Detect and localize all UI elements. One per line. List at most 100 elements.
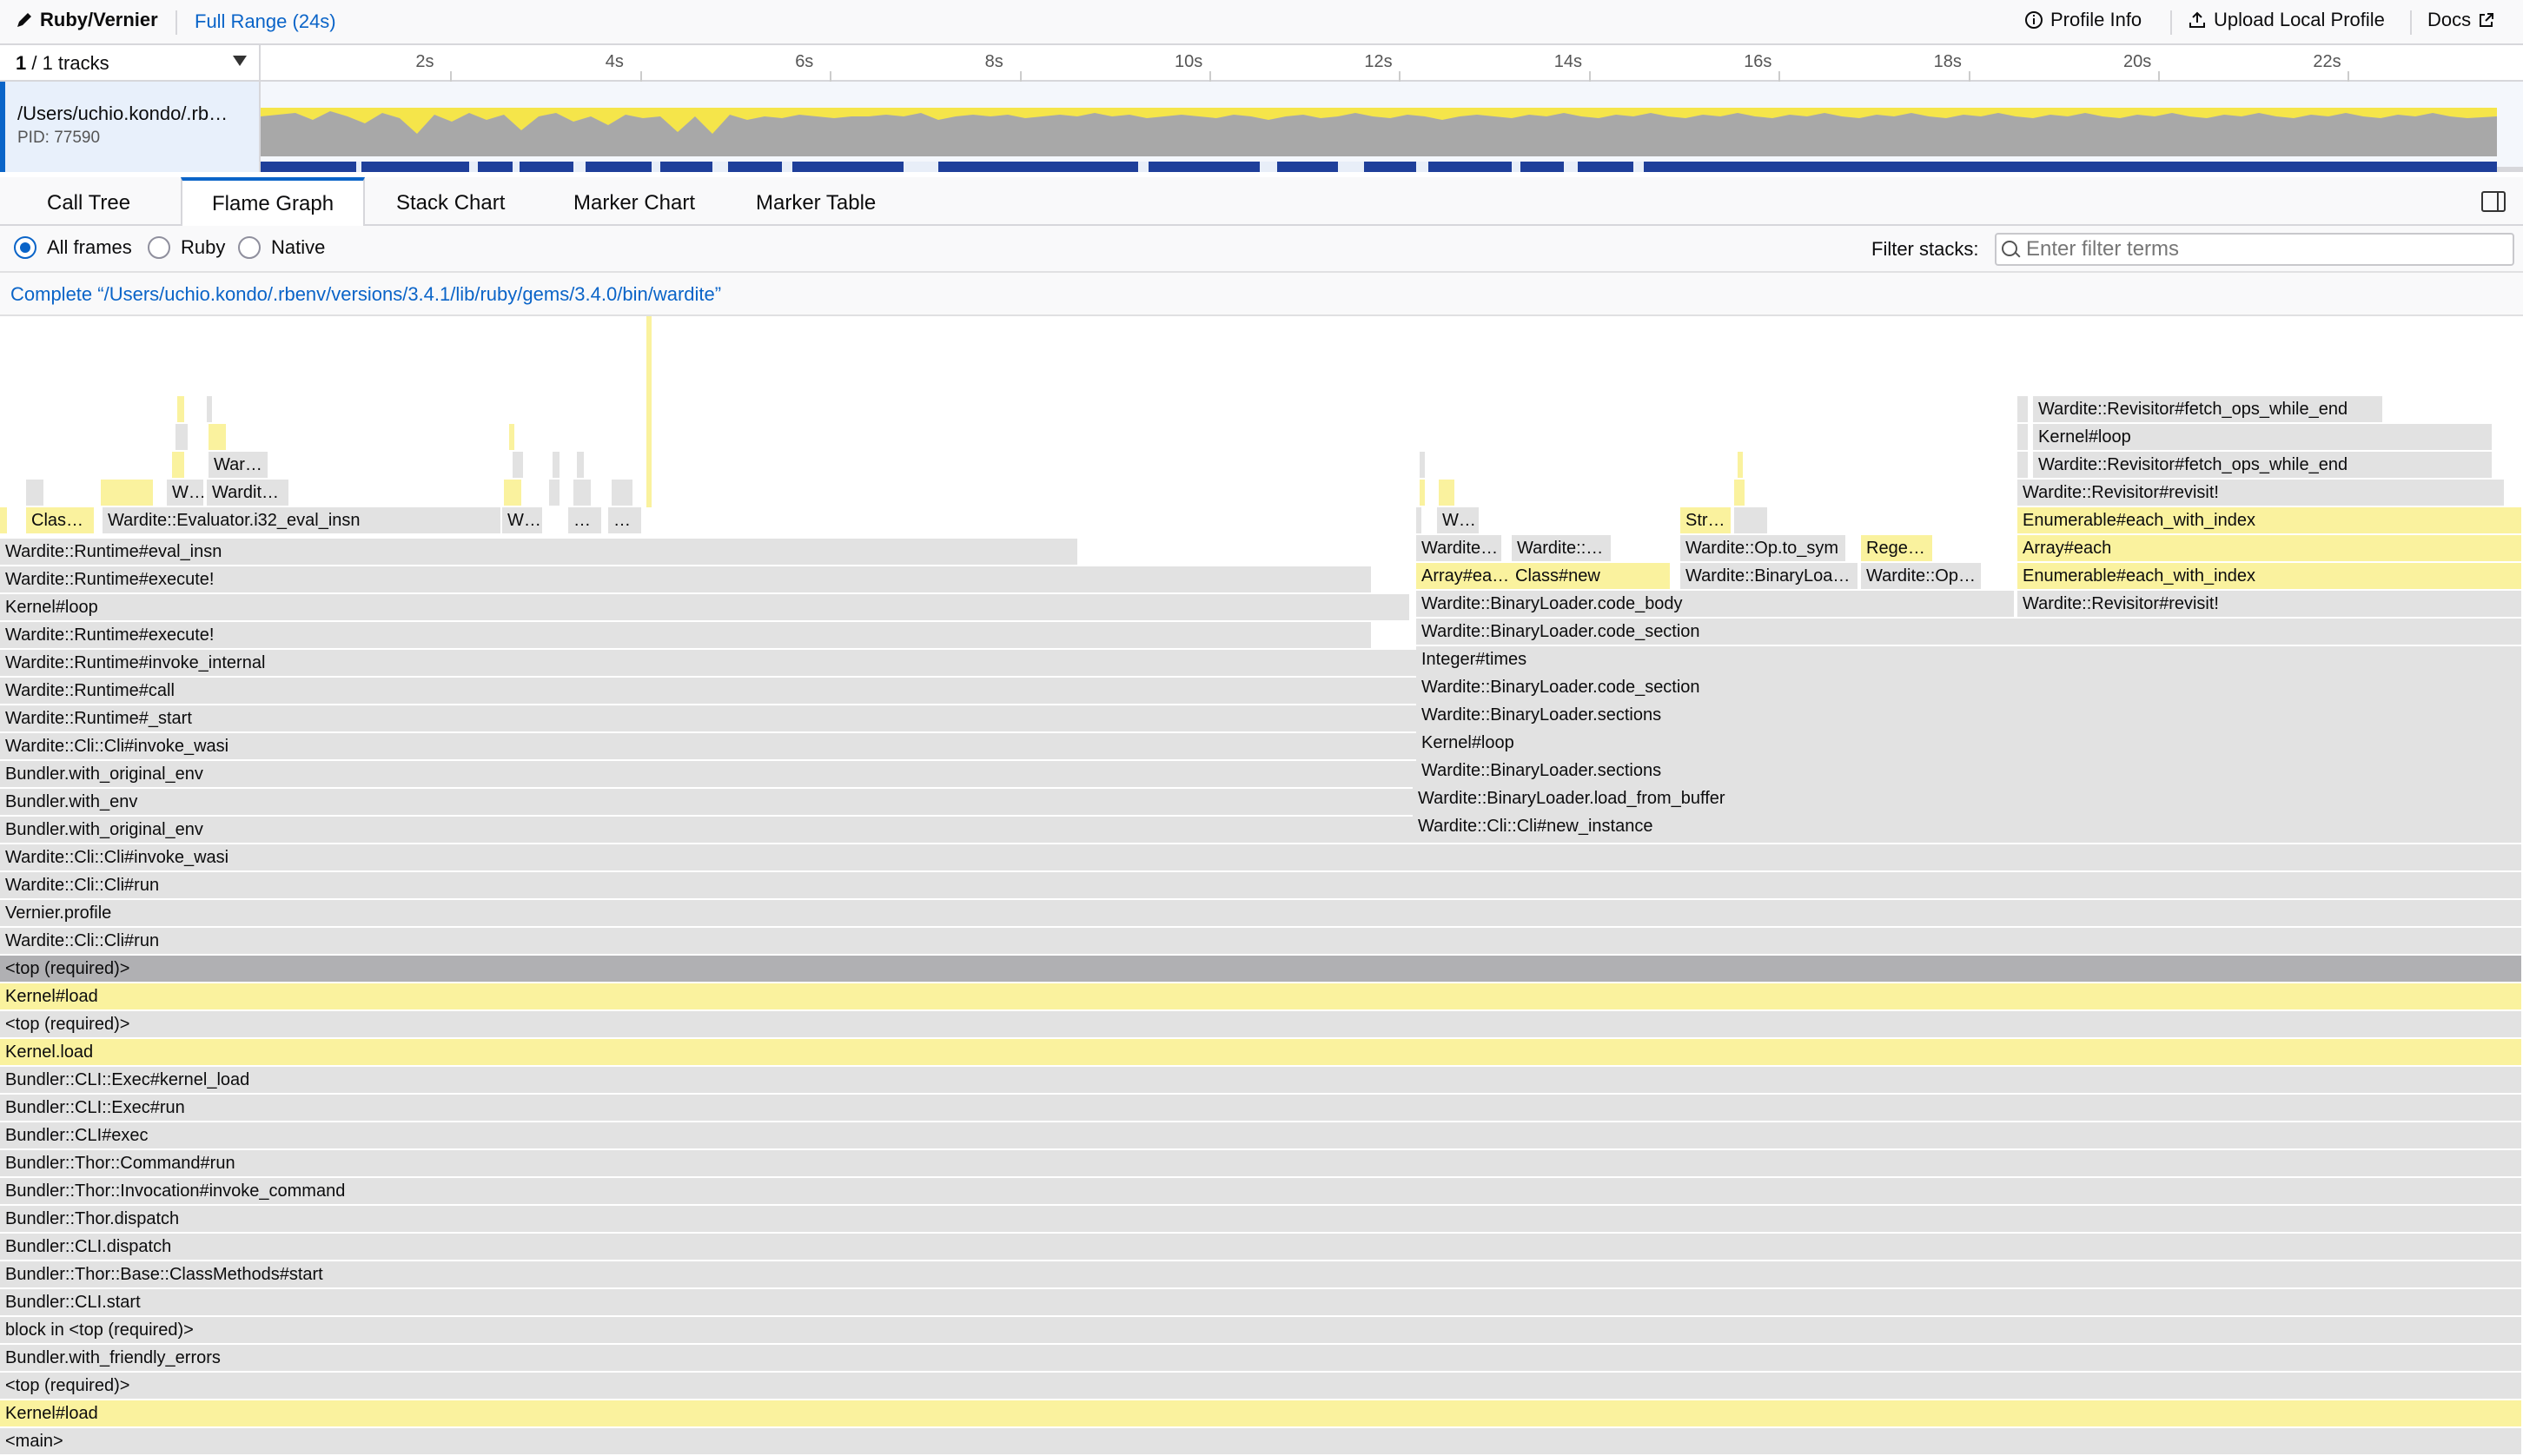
flame-frame[interactable]: War… xyxy=(209,452,269,478)
flame-frame[interactable] xyxy=(1738,452,1745,478)
flame-frame[interactable]: Bundler::CLI::Exec#kernel_load xyxy=(0,1067,2523,1093)
flame-frame[interactable]: Enumerable#each_with_index xyxy=(2017,507,2523,533)
flame-frame[interactable]: Bundler::CLI#exec xyxy=(0,1122,2523,1148)
tab-marker-table[interactable]: Marker Table xyxy=(726,177,905,226)
flame-frame[interactable]: Bundler::Thor.dispatch xyxy=(0,1206,2523,1232)
flame-frame[interactable]: <top (required)> xyxy=(0,1011,2523,1037)
flame-frame[interactable]: Wardite::Evaluator.i32_eval_insn xyxy=(103,507,502,533)
flame-frame[interactable] xyxy=(2017,452,2030,478)
flame-frame[interactable]: Wardite::Op.to_sym xyxy=(1680,535,1847,561)
flame-frame[interactable]: W… xyxy=(502,507,544,533)
flame-frame[interactable]: Bundler::CLI::Exec#run xyxy=(0,1095,2523,1121)
flame-frame[interactable] xyxy=(172,452,186,478)
flame-frame[interactable]: Bundler::CLI.dispatch xyxy=(0,1234,2523,1260)
tab-stack-chart[interactable]: Stack Chart xyxy=(367,177,534,226)
profile-info-button[interactable]: Profile Info xyxy=(2024,9,2142,31)
flame-frame[interactable]: Wardite::BinaryLoader.code_section xyxy=(1416,674,2523,700)
flame-frame[interactable]: Kernel#load xyxy=(0,1400,2523,1426)
radio-all-frames-label[interactable]: All frames xyxy=(47,236,132,259)
flame-frame[interactable]: Wardite::BinaryLoader.code_body xyxy=(1416,591,2016,617)
flame-frame[interactable]: Array#ea… xyxy=(1416,563,1515,589)
flame-frame[interactable] xyxy=(207,396,214,422)
flame-frame[interactable] xyxy=(101,480,155,506)
flame-frame[interactable]: Vernier.profile xyxy=(0,900,2523,926)
docs-button[interactable]: Docs xyxy=(2427,9,2495,31)
flame-frame[interactable] xyxy=(1416,507,1423,533)
flame-frame[interactable]: W… xyxy=(167,480,205,506)
flame-frame[interactable] xyxy=(1420,480,1427,506)
breadcrumb-complete[interactable]: Complete “/Users/uchio.kondo/.rbenv/vers… xyxy=(10,283,721,306)
flame-frame[interactable]: Kernel#loop xyxy=(0,594,1411,620)
flame-frame[interactable]: Wardite::Revisitor#fetch_ops_while_end xyxy=(2033,452,2493,478)
flame-frame[interactable] xyxy=(553,452,561,478)
flame-frame[interactable]: Wardite::BinaryLoader.sections xyxy=(1416,702,2523,728)
flame-frame[interactable] xyxy=(1734,480,1746,506)
flame-frame[interactable] xyxy=(1439,480,1456,506)
flame-frame[interactable] xyxy=(573,480,593,506)
flame-frame[interactable] xyxy=(2017,424,2030,450)
flame-frame[interactable]: Bundler::Thor::Invocation#invoke_command xyxy=(0,1178,2523,1204)
track-row[interactable]: /Users/uchio.kondo/.rb… PID: 77590 xyxy=(0,82,2523,172)
flame-frame[interactable]: Array#each xyxy=(2017,535,2523,561)
flame-frame[interactable]: Wardite::Revisitor#revisit! xyxy=(2017,480,2506,506)
full-range-breadcrumb[interactable]: Full Range (24s) xyxy=(195,10,336,33)
flame-frame[interactable]: Str… xyxy=(1680,507,1732,533)
flame-frame[interactable] xyxy=(177,396,186,422)
flame-frame[interactable]: block in <top (required)> xyxy=(0,1317,2523,1343)
flame-frame[interactable]: … xyxy=(568,507,603,533)
flame-frame[interactable]: Wardite::Runtime#execute! xyxy=(0,622,1373,648)
radio-native[interactable] xyxy=(238,236,261,259)
flame-frame[interactable]: <main> xyxy=(0,1428,2523,1454)
flame-frame[interactable]: Wardite::BinaryLoader.code_section xyxy=(1416,619,2523,645)
flame-frame[interactable]: Kernel#loop xyxy=(1416,730,2523,756)
flame-frame[interactable]: Bundler::Thor::Base::ClassMethods#start xyxy=(0,1261,2523,1287)
tab-flame-graph[interactable]: Flame Graph xyxy=(181,177,366,228)
flame-frame[interactable]: Rege… xyxy=(1861,535,1934,561)
radio-native-label[interactable]: Native xyxy=(271,236,325,259)
flame-frame[interactable]: Wardite::Revisitor#revisit! xyxy=(2017,591,2523,617)
flame-frame[interactable]: Wardite::… xyxy=(1512,535,1612,561)
flame-frame[interactable] xyxy=(509,424,516,450)
flame-frame[interactable]: Integer#times xyxy=(1416,646,2523,672)
flame-frame[interactable] xyxy=(504,480,523,506)
sidebar-toggle-icon[interactable] xyxy=(2481,191,2506,212)
flame-frame[interactable]: Wardite::Cli::Cli#run xyxy=(0,928,2523,954)
tab-call-tree[interactable]: Call Tree xyxy=(17,177,160,226)
flame-frame[interactable]: Wardite::Cli::Cli#invoke_wasi xyxy=(0,844,2523,870)
filter-stacks-input[interactable] xyxy=(1995,233,2514,266)
radio-all-frames[interactable] xyxy=(14,236,36,259)
flame-frame[interactable]: Wardite::Op… xyxy=(1861,563,1983,589)
flame-frame[interactable] xyxy=(1420,452,1427,478)
flame-frame[interactable]: Kernel#load xyxy=(0,983,2523,1009)
flame-frame[interactable] xyxy=(646,316,653,507)
flame-frame[interactable] xyxy=(26,480,45,506)
flame-frame[interactable] xyxy=(513,452,525,478)
flame-frame[interactable]: Kernel.load xyxy=(0,1039,2523,1065)
flame-frame[interactable] xyxy=(549,480,561,506)
flame-frame[interactable]: Wardite::BinaryLoader.load_from_buffer xyxy=(1413,785,2523,811)
flame-frame[interactable]: Wardite::Cli::Cli#new_instance xyxy=(1413,813,2523,839)
flame-frame[interactable]: Clas… xyxy=(26,507,96,533)
flame-frame[interactable]: Wardite::Cli::Cli#run xyxy=(0,872,2523,898)
flame-frame[interactable]: Wardit… xyxy=(207,480,290,506)
flame-frame[interactable]: Wardite… xyxy=(1416,535,1503,561)
flame-frame[interactable]: Wardite::BinaryLoader.sections xyxy=(1416,758,2523,784)
flame-frame[interactable]: … xyxy=(608,507,643,533)
flame-frame[interactable]: Bundler.with_friendly_errors xyxy=(0,1345,2523,1371)
flame-frame[interactable]: <top (required)> xyxy=(0,1373,2523,1399)
flame-frame[interactable]: Wardite::Revisitor#fetch_ops_while_end xyxy=(2033,396,2384,422)
flame-frame[interactable]: Bundler::Thor::Command#run xyxy=(0,1150,2523,1176)
flame-frame[interactable]: <top (required)> xyxy=(0,956,2523,982)
flame-frame[interactable]: Wardite::Runtime#eval_insn xyxy=(0,539,1079,565)
flame-frame[interactable] xyxy=(577,452,586,478)
flame-frame[interactable] xyxy=(175,424,189,450)
flame-frame[interactable]: Class#new xyxy=(1510,563,1672,589)
tab-marker-chart[interactable]: Marker Chart xyxy=(544,177,725,226)
flame-frame[interactable] xyxy=(0,507,9,533)
flame-frame[interactable] xyxy=(1734,507,1769,533)
upload-profile-button[interactable]: Upload Local Profile xyxy=(2188,9,2385,31)
flame-frame[interactable] xyxy=(612,480,634,506)
flame-frame[interactable] xyxy=(2017,396,2030,422)
flame-frame[interactable]: Wardite::BinaryLoa… xyxy=(1680,563,1859,589)
flame-frame[interactable]: Wardite::Runtime#execute! xyxy=(0,566,1373,592)
